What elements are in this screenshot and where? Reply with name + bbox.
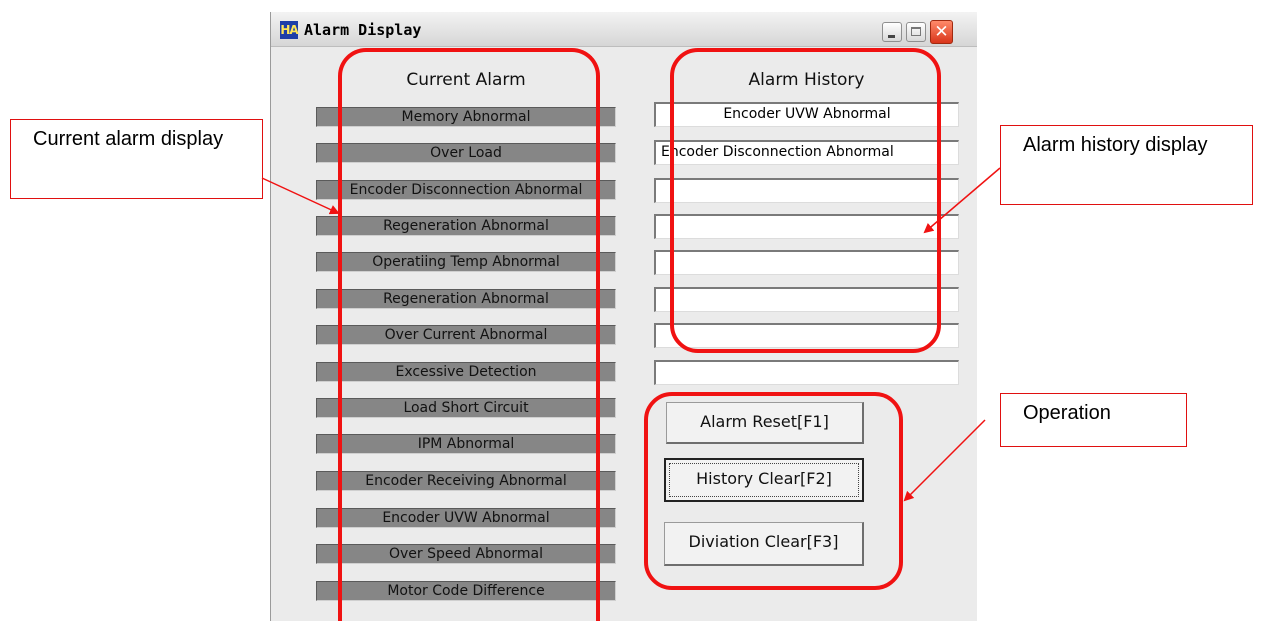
operation-arrow <box>903 419 986 502</box>
current-alarm-arrow <box>261 177 340 215</box>
alarm-history-arrow <box>923 167 1001 234</box>
annotation-arrows <box>261 167 1001 502</box>
